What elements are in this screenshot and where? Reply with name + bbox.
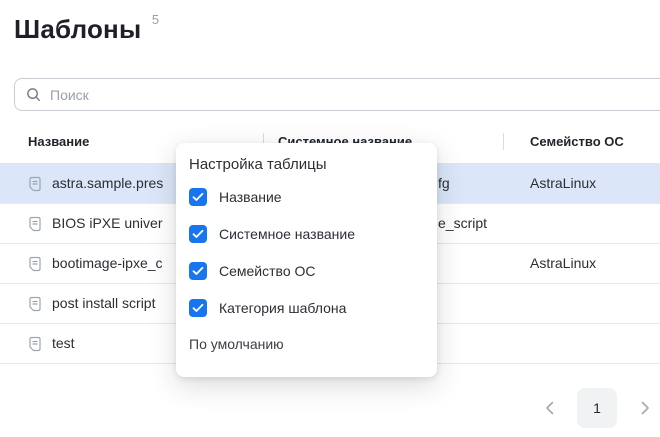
templates-count-badge: 5 bbox=[152, 12, 159, 27]
document-icon bbox=[27, 296, 43, 312]
column-toggle-template-category[interactable]: Категория шаблона bbox=[189, 289, 421, 326]
template-os-family: AstraLinux bbox=[530, 175, 596, 191]
template-name: test bbox=[52, 335, 75, 351]
table-settings-popup: Настройка таблицы Название Системное наз… bbox=[176, 143, 437, 377]
document-icon bbox=[27, 256, 43, 272]
page-1-button[interactable]: 1 bbox=[577, 388, 617, 428]
pagination: 1 bbox=[542, 388, 652, 428]
template-system-name: e_script bbox=[438, 215, 487, 231]
template-name: BIOS iPXE univer bbox=[52, 215, 163, 231]
column-header-name: Название bbox=[28, 134, 89, 149]
next-page-button[interactable] bbox=[638, 388, 652, 428]
checkbox-checked[interactable] bbox=[189, 188, 207, 206]
chevron-right-icon bbox=[641, 401, 650, 415]
column-separator bbox=[503, 133, 504, 150]
search-box[interactable] bbox=[14, 78, 660, 111]
checkmark-icon bbox=[192, 192, 204, 202]
search-input[interactable] bbox=[50, 87, 660, 103]
column-toggle-name[interactable]: Название bbox=[189, 178, 421, 215]
template-system-name: fg bbox=[438, 175, 450, 191]
checkbox-label: Системное название bbox=[219, 226, 355, 242]
popup-title: Настройка таблицы bbox=[189, 156, 421, 173]
template-name: post install script bbox=[52, 295, 155, 311]
checkmark-icon bbox=[192, 266, 204, 276]
prev-page-button[interactable] bbox=[542, 388, 556, 428]
chevron-left-icon bbox=[545, 401, 554, 415]
checkbox-checked[interactable] bbox=[189, 262, 207, 280]
template-os-family: AstraLinux bbox=[530, 255, 596, 271]
template-name: bootimage-ipxe_c bbox=[52, 255, 163, 271]
column-toggle-system-name[interactable]: Системное название bbox=[189, 215, 421, 252]
page-title: Шаблоны bbox=[14, 14, 141, 44]
checkbox-checked[interactable] bbox=[189, 225, 207, 243]
templates-page: Шаблоны 5 Название Системное название Се… bbox=[0, 0, 660, 437]
checkbox-label: Категория шаблона bbox=[219, 300, 346, 316]
column-toggle-os-family[interactable]: Семейство ОС bbox=[189, 252, 421, 289]
document-icon bbox=[27, 336, 43, 352]
search-icon bbox=[26, 87, 41, 102]
checkbox-label: Семейство ОС bbox=[219, 263, 316, 279]
checkmark-icon bbox=[192, 303, 204, 313]
checkbox-checked[interactable] bbox=[189, 299, 207, 317]
reset-to-default-button[interactable]: По умолчанию bbox=[189, 336, 284, 352]
page-header: Шаблоны 5 bbox=[14, 14, 159, 45]
template-name: astra.sample.pres bbox=[52, 175, 163, 191]
checkbox-label: Название bbox=[219, 189, 282, 205]
column-header-os-family: Семейство ОС bbox=[530, 134, 624, 149]
document-icon bbox=[27, 176, 43, 192]
document-icon bbox=[27, 216, 43, 232]
checkmark-icon bbox=[192, 229, 204, 239]
